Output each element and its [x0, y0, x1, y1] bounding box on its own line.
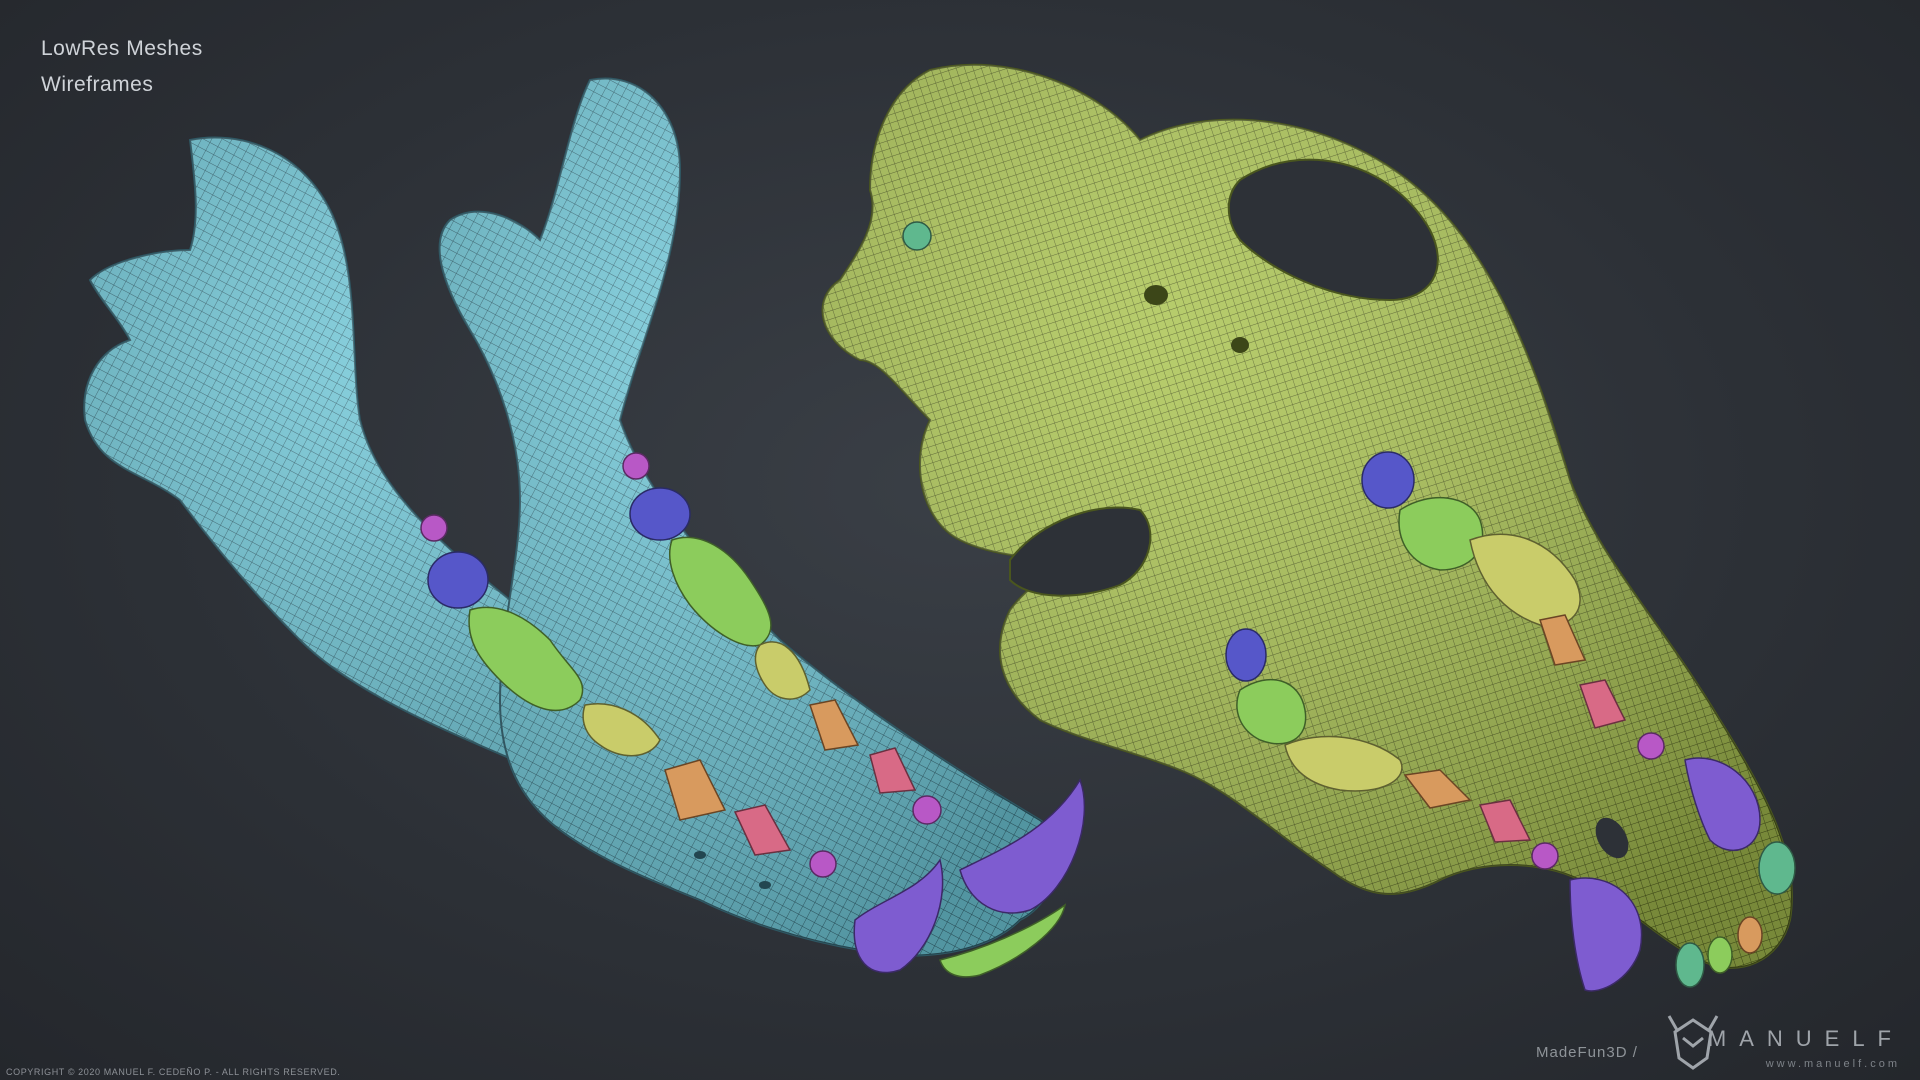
brand-prefix: MadeFun3D / — [1536, 1044, 1638, 1061]
brand-watermark: MadeFun3D / MANUELF www.manuelf.com — [1536, 1008, 1906, 1074]
brand-url: www.manuelf.com — [1765, 1058, 1900, 1070]
brand-name: MANUELF — [1707, 1026, 1904, 1051]
render-viewport — [83, 63, 1796, 992]
copyright-text: COPYRIGHT © 2020 MANUEL F. CEDEÑO P. - A… — [6, 1067, 341, 1077]
